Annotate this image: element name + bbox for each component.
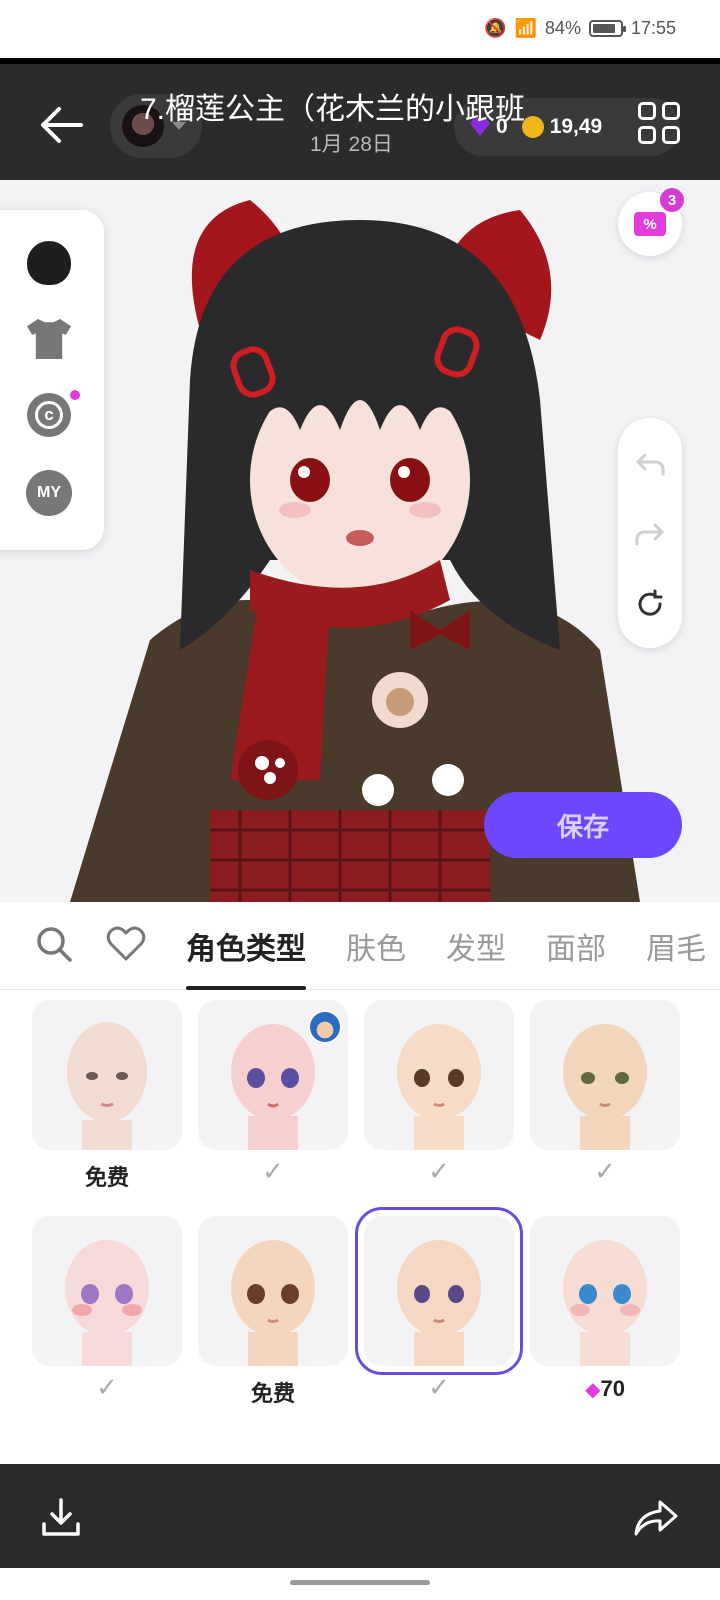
download-button[interactable] bbox=[40, 1496, 82, 1538]
side-toolbar: c MY bbox=[0, 210, 104, 550]
item-label: 免费 bbox=[84, 1165, 129, 1190]
coupon-button[interactable]: % 3 bbox=[618, 186, 686, 256]
gem-icon: ◆ bbox=[585, 1379, 601, 1401]
tool-my[interactable]: MY bbox=[26, 470, 72, 516]
avatar bbox=[308, 1010, 342, 1044]
refresh-icon bbox=[638, 589, 663, 616]
item-label: 免费 bbox=[250, 1381, 295, 1406]
tool-copyright[interactable]: c bbox=[26, 390, 80, 438]
search-button[interactable] bbox=[34, 924, 78, 968]
status-indicators: 🔕 📶 84% 17:55 bbox=[484, 18, 676, 39]
page-date: 1月 28日 bbox=[310, 133, 393, 156]
tab-character-type[interactable]: 角色类型 bbox=[186, 924, 306, 990]
bottom-bar bbox=[0, 1464, 720, 1568]
character-type-item-selected[interactable] bbox=[355, 1207, 523, 1375]
notification-dot bbox=[70, 390, 80, 400]
save-button[interactable]: 保存 bbox=[484, 792, 682, 858]
category-tabs: 角色类型 肤色 发型 面部 眉毛 bbox=[0, 902, 720, 990]
share-icon bbox=[634, 1500, 678, 1536]
character-type-item[interactable] bbox=[364, 1000, 514, 1150]
back-button[interactable] bbox=[34, 98, 88, 152]
character-canvas[interactable]: c MY % 3 保存 bbox=[0, 180, 720, 902]
tab-eyebrows[interactable]: 眉毛 bbox=[646, 924, 706, 968]
character-type-item[interactable] bbox=[198, 1216, 348, 1366]
character-type-item[interactable] bbox=[32, 1216, 182, 1366]
coupon-badge: 3 bbox=[658, 186, 686, 214]
character-type-item[interactable] bbox=[530, 1000, 680, 1150]
price-label: ◆70 bbox=[530, 1376, 680, 1402]
character-type-item[interactable] bbox=[198, 1000, 348, 1150]
check-icon: ✓ bbox=[594, 1156, 616, 1186]
clock: 17:55 bbox=[630, 18, 676, 38]
shirt-icon bbox=[27, 319, 71, 359]
check-icon: ✓ bbox=[96, 1372, 118, 1402]
reset-button[interactable] bbox=[618, 574, 682, 634]
share-button[interactable] bbox=[632, 1496, 680, 1538]
home-indicator[interactable] bbox=[290, 1580, 430, 1585]
tab-face[interactable]: 面部 bbox=[546, 924, 606, 968]
copyright-icon: c bbox=[27, 393, 71, 437]
check-icon: ✓ bbox=[428, 1372, 450, 1402]
tab-hairstyle[interactable]: 发型 bbox=[446, 924, 506, 968]
heart-icon bbox=[106, 926, 146, 961]
arrow-left-icon bbox=[41, 107, 83, 143]
favorites-button[interactable] bbox=[106, 924, 150, 968]
check-icon: ✓ bbox=[262, 1156, 284, 1186]
grid-menu-button[interactable] bbox=[638, 102, 680, 144]
tab-skin-color[interactable]: 肤色 bbox=[346, 924, 406, 968]
battery-fill bbox=[592, 24, 615, 33]
battery-percent: 84% bbox=[544, 18, 581, 38]
search-icon bbox=[37, 927, 72, 962]
character-type-item[interactable] bbox=[530, 1216, 680, 1366]
tool-head[interactable] bbox=[26, 240, 72, 286]
wifi-icon: 📶 bbox=[514, 18, 537, 38]
grid-icon bbox=[638, 102, 656, 120]
redo-button[interactable] bbox=[618, 504, 682, 564]
page-title: 7.榴莲公主（花木兰的小跟班 bbox=[140, 93, 526, 126]
character-type-item[interactable] bbox=[32, 1000, 182, 1150]
undo-icon bbox=[635, 453, 665, 476]
item-price: 70 bbox=[600, 1376, 625, 1401]
download-icon bbox=[42, 1498, 80, 1536]
mute-icon: 🔕 bbox=[484, 18, 507, 38]
battery-icon bbox=[588, 20, 626, 37]
redo-icon bbox=[635, 523, 665, 546]
check-icon: ✓ bbox=[428, 1156, 450, 1186]
top-bar: 0 19,49 7.榴莲公主（花木兰的小跟班 1月 28日 bbox=[0, 58, 720, 180]
my-icon: MY bbox=[26, 470, 72, 516]
coupon-icon: % bbox=[634, 212, 666, 236]
history-controls bbox=[618, 418, 682, 648]
head-icon bbox=[27, 241, 71, 285]
undo-button[interactable] bbox=[618, 434, 682, 494]
tool-clothes[interactable] bbox=[26, 316, 72, 362]
status-bar: 🔕 📶 84% 17:55 bbox=[0, 0, 720, 58]
